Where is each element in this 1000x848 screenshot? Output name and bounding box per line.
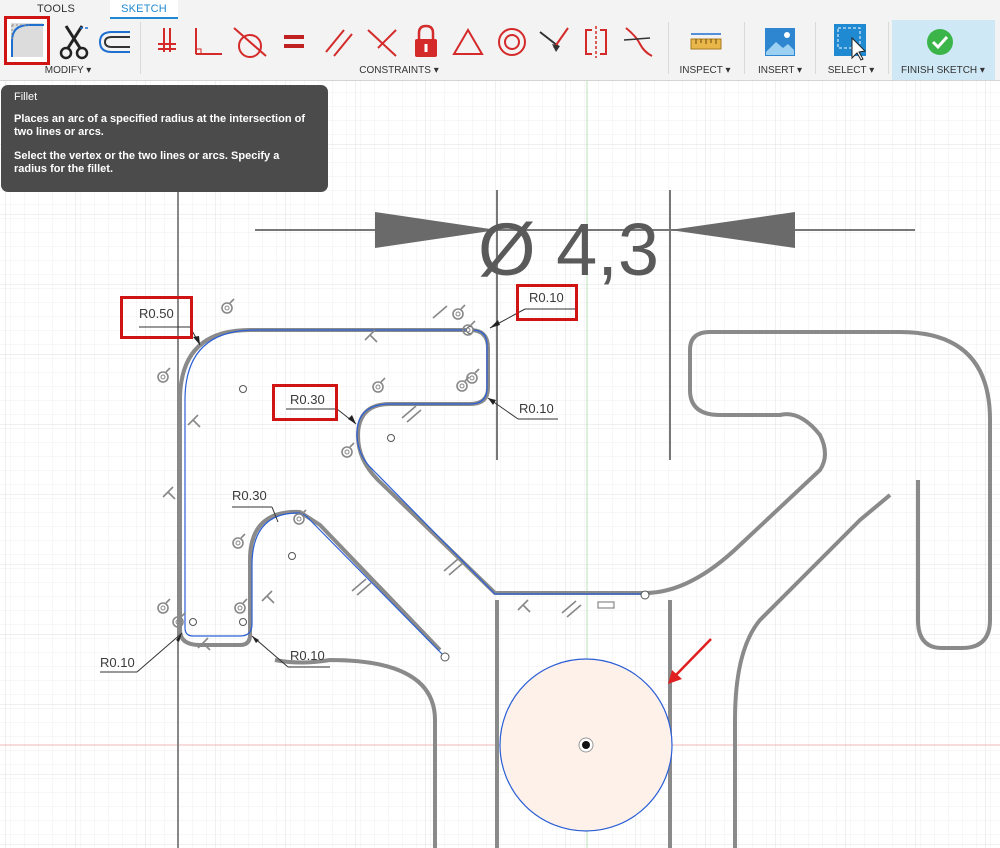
radius-label-r010-bottom-mid[interactable]: R0.10 [290, 649, 325, 663]
tooltip-instructions: Select the vertex or the two lines or ar… [14, 150, 280, 175]
radius-label-r050[interactable]: R0.50 [139, 307, 174, 321]
ruler-icon [690, 33, 722, 50]
radius-label-r010-top[interactable]: R0.10 [529, 291, 564, 305]
select-menu[interactable]: SELECT ▾ [828, 64, 875, 78]
radius-label-r010-bottom-left[interactable]: R0.10 [100, 656, 135, 670]
triangle-icon [452, 28, 484, 55]
diameter-dimension[interactable]: Ø 4,3 [478, 210, 659, 290]
fillet-tooltip: Fillet Places an arc of a specified radi… [1, 85, 328, 192]
symmetry-icon [585, 26, 607, 58]
parallel-button[interactable] [320, 22, 356, 62]
offset-button[interactable] [94, 22, 130, 62]
insert-menu[interactable]: INSERT ▾ [758, 64, 802, 78]
inspect-menu[interactable]: INSPECT ▾ [680, 64, 731, 78]
coincident-button[interactable] [150, 22, 186, 62]
tangent-button[interactable] [232, 22, 268, 62]
perpendicular-icon [195, 28, 222, 55]
fillet-button[interactable] [4, 16, 50, 65]
measure-button[interactable] [688, 22, 724, 62]
fillet-icon [11, 23, 44, 57]
sketch-canvas[interactable]: Ø 4,3 R0.50 R0.10 R0.30 R0.10 R0.30 R0.1… [0, 80, 1000, 848]
concentric-icon [498, 28, 526, 56]
tooltip-description: Places an arc of a specified radius at t… [14, 113, 305, 138]
modify-menu[interactable]: MODIFY ▾ [45, 64, 92, 78]
horizontal-vertical-button[interactable] [450, 22, 486, 62]
smooth-icon [623, 27, 653, 57]
radius-label-r030-lower[interactable]: R0.30 [232, 489, 267, 503]
fix-button[interactable] [408, 22, 444, 62]
sketch-toolbar: TOOLS SKETCH MODIFY ▾ CONSTRAINTS ▾ INSP… [0, 0, 1000, 81]
parallel-icon [325, 29, 353, 57]
perpendicular-cross-button[interactable] [364, 22, 400, 62]
toolbar-separator [888, 22, 889, 74]
offset-icon [98, 31, 130, 53]
midpoint-button[interactable] [536, 22, 572, 62]
grid [0, 80, 1000, 848]
concentric-button[interactable] [494, 22, 530, 62]
midpoint-icon [539, 27, 569, 52]
scissors-icon [59, 25, 90, 60]
toolbar-separator [668, 22, 669, 74]
perpendicular-cross-icon [367, 29, 397, 57]
toolbar-separator [140, 22, 141, 74]
smooth-button[interactable] [620, 22, 656, 62]
tab-sketch[interactable]: SKETCH [110, 0, 178, 19]
radius-label-r030-inner[interactable]: R0.30 [290, 393, 325, 407]
toolbar-separator [744, 22, 745, 74]
symmetry-button[interactable] [578, 22, 614, 62]
perpendicular-button[interactable] [190, 22, 226, 62]
circle-center [578, 737, 594, 753]
image-icon [765, 28, 795, 56]
tooltip-title: Fillet [14, 91, 38, 103]
finish-sketch-menu[interactable]: FINISH SKETCH ▾ [901, 64, 985, 78]
coincident-icon [158, 28, 176, 52]
radius-label-r010-right[interactable]: R0.10 [519, 402, 554, 416]
constraints-menu[interactable]: CONSTRAINTS ▾ [359, 64, 438, 78]
equal-icon [284, 35, 304, 48]
tangent-icon [233, 27, 267, 58]
equal-button[interactable] [276, 22, 312, 62]
lock-icon [415, 24, 437, 57]
insert-image-button[interactable] [762, 22, 798, 62]
sketch-drawing [0, 80, 1000, 848]
select-button[interactable] [832, 22, 868, 62]
toolbar-separator [815, 22, 816, 74]
checkmark-icon [927, 29, 953, 55]
trim-button[interactable] [56, 22, 92, 62]
finish-sketch-button[interactable]: FINISH SKETCH ▾ [892, 20, 995, 80]
select-icon [834, 24, 867, 61]
